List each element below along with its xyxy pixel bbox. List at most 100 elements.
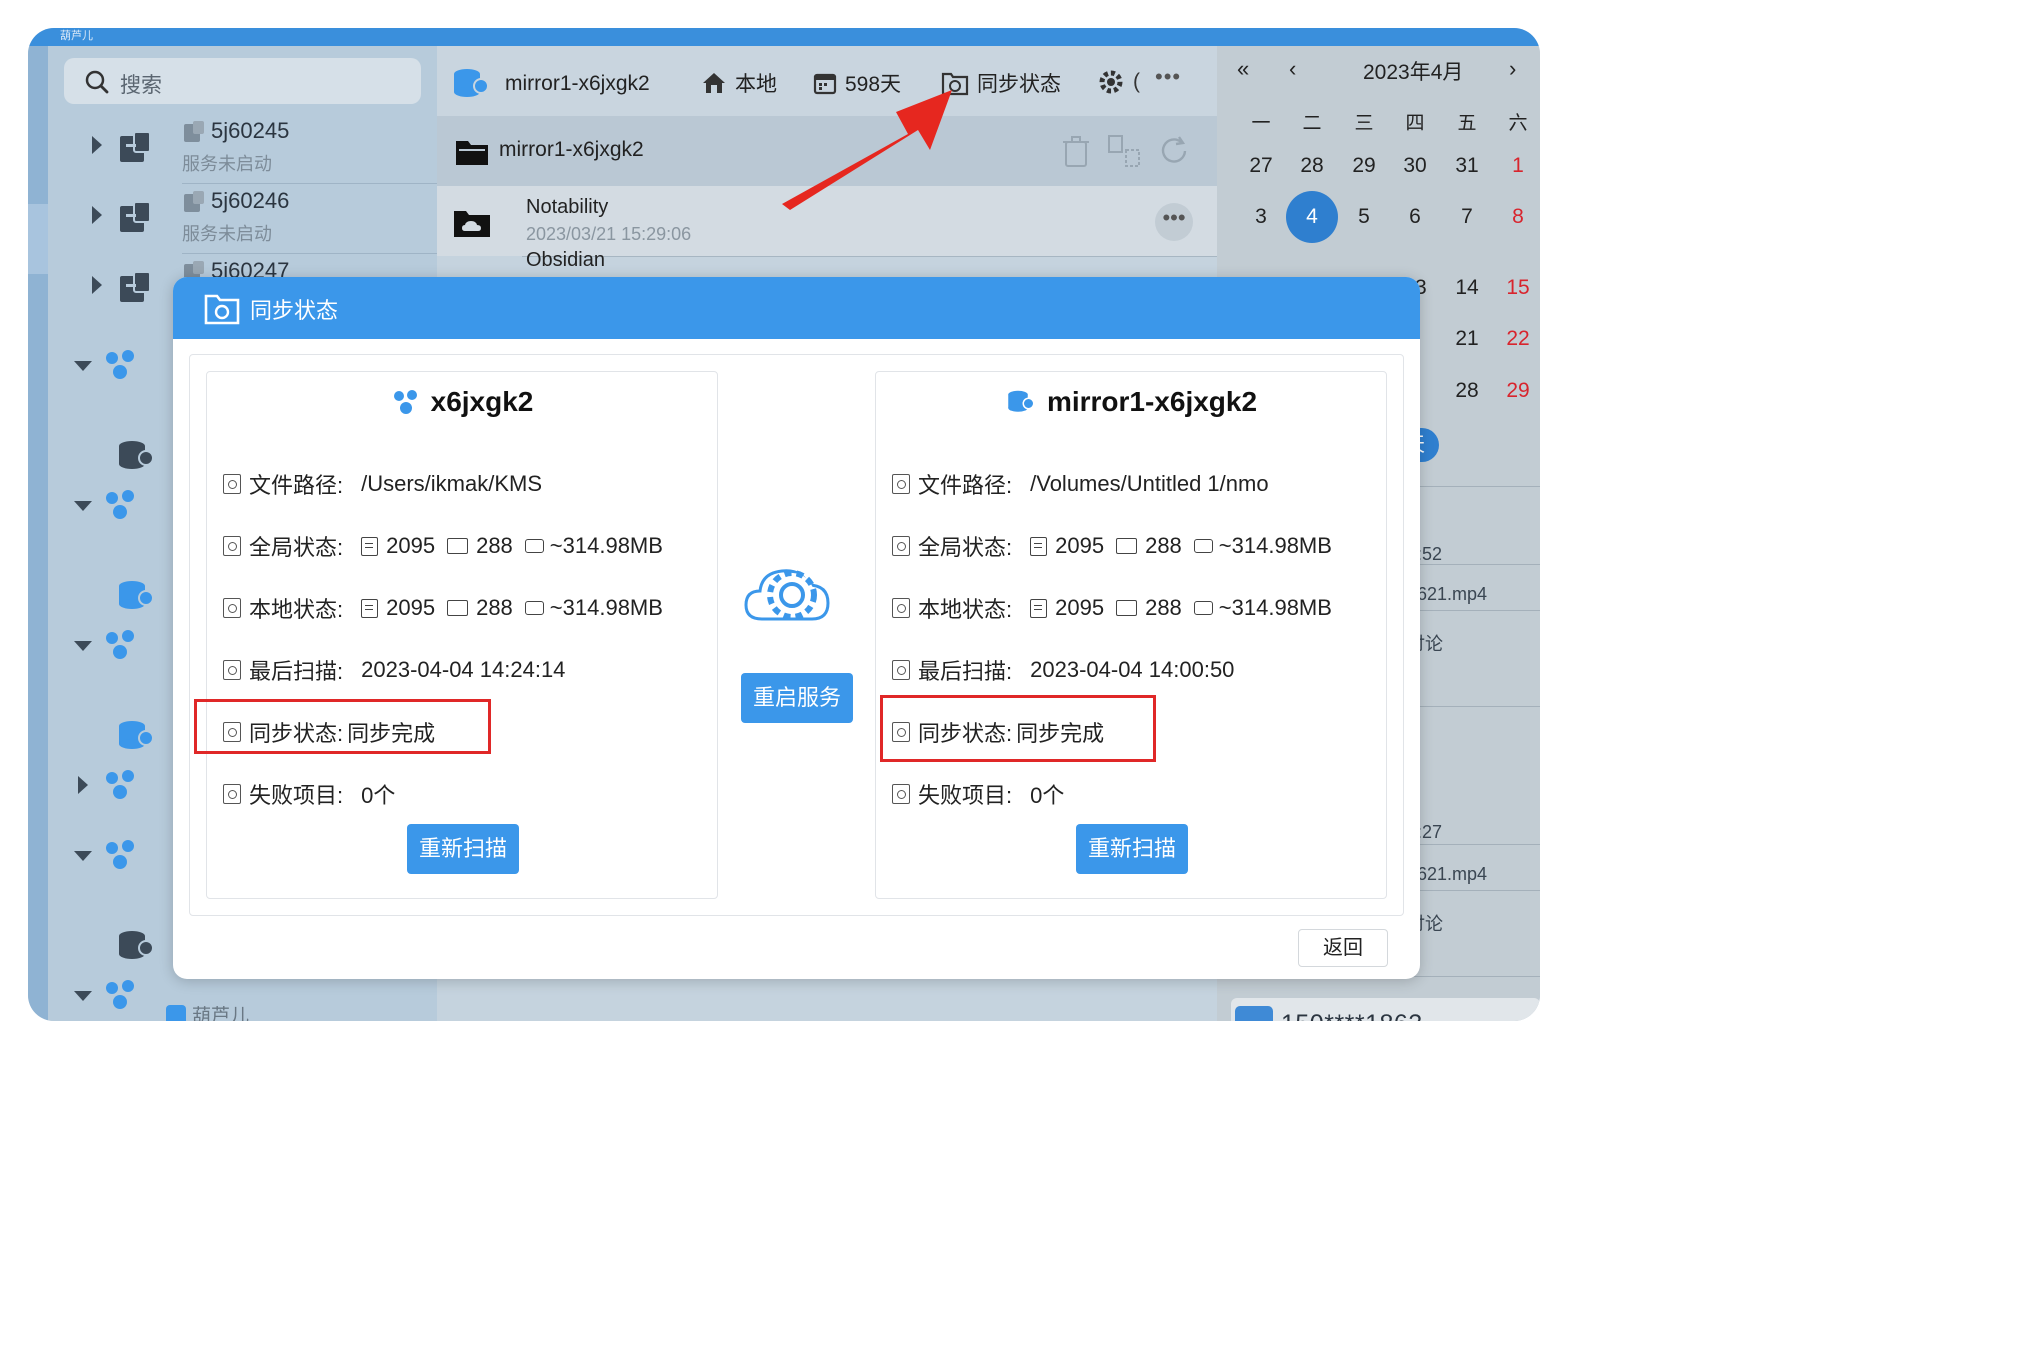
sync-status-button[interactable]: 同步状态 (941, 68, 1061, 98)
calendar-day[interactable]: 31 (1447, 154, 1487, 178)
device-name: 5j60246 (211, 188, 290, 213)
global-status-icon (223, 536, 241, 556)
window-title: 葫芦儿 (60, 30, 93, 42)
calendar-day[interactable]: 29 (1344, 154, 1384, 178)
user-avatar-icon (1235, 1006, 1273, 1021)
divider (1407, 610, 1540, 611)
calendar-day[interactable]: 22 (1498, 327, 1538, 351)
global-status-row: 全局状态: 2095 288 ~314.98MB (223, 530, 663, 562)
sync-status-dialog: 同步状态 x6jxgk2 文件路径: /Users/ikmak/KMS 全局状态:… (173, 277, 1420, 979)
path-value: /Users/ikmak/KMS (361, 471, 543, 496)
device-icon (184, 191, 204, 212)
days-button[interactable]: 598天 (813, 68, 901, 98)
settings-button[interactable]: ( (1097, 68, 1140, 96)
sync-folder-icon (204, 294, 240, 325)
file-row[interactable]: Notability 2023/03/21 15:29:06 ••• (437, 186, 1217, 256)
calendar-day[interactable]: 29 (1498, 379, 1538, 403)
calendar-day[interactable]: 7 (1447, 205, 1487, 229)
path-icon (223, 474, 241, 494)
compare-icon[interactable] (1107, 134, 1141, 168)
account-bar[interactable]: 150****1863 (1231, 998, 1540, 1021)
folder-icon (447, 600, 469, 616)
search-placeholder: 搜索 (120, 74, 162, 97)
local-status-icon (892, 598, 910, 618)
global-status-label: 全局状态: (918, 535, 1013, 560)
folder-count: 288 (1145, 533, 1182, 558)
device-name: 5j60245 (211, 118, 290, 143)
calendar-day[interactable]: 14 (1447, 276, 1487, 300)
prev-month-button[interactable]: ‹ (1289, 56, 1296, 82)
search-box[interactable]: 搜索 (64, 58, 421, 104)
global-status-label: 全局状态: (249, 535, 344, 560)
calendar-day[interactable]: 21 (1447, 327, 1487, 351)
failed-value: 0个 (361, 783, 396, 808)
file-icon (1030, 536, 1048, 556)
repo-selector[interactable]: mirror1-x6jxgk2 (451, 64, 650, 104)
folder-icon (1116, 538, 1138, 554)
repo-server-icon (454, 69, 489, 97)
prev-year-button[interactable]: « (1237, 56, 1249, 82)
collapse-arrow-icon[interactable] (74, 991, 92, 1001)
device-lock-icon (120, 131, 151, 162)
collapse-arrow-icon[interactable] (74, 361, 92, 371)
path-icon (892, 474, 910, 494)
expand-arrow-icon[interactable] (92, 206, 102, 224)
collapse-arrow-icon[interactable] (74, 851, 92, 861)
search-icon (85, 70, 109, 94)
user-footer[interactable]: 葫芦儿 (166, 1001, 249, 1021)
more-button[interactable]: ••• (1155, 64, 1181, 90)
back-button[interactable]: 返回 (1298, 929, 1388, 967)
device-name: mirror1-x6jxgk2 (1046, 386, 1258, 417)
calendar-day[interactable]: 8 (1498, 205, 1538, 229)
next-month-button[interactable]: › (1509, 56, 1516, 82)
expand-arrow-icon[interactable] (92, 136, 102, 154)
folder-count: 288 (1145, 595, 1182, 620)
restart-service-button[interactable]: 重启服务 (741, 673, 853, 723)
collapse-arrow-icon[interactable] (74, 641, 92, 651)
calendar-day[interactable]: 15 (1498, 276, 1538, 300)
cloud-gear-icon (744, 569, 830, 621)
local-label: 本地 (735, 73, 777, 96)
collapse-arrow-icon[interactable] (74, 501, 92, 511)
local-button[interactable]: 本地 (701, 68, 777, 98)
calendar-day[interactable]: 28 (1292, 154, 1332, 178)
highlight-box (880, 695, 1156, 762)
local-status-row: 本地状态: 2095 288 ~314.98MB (223, 592, 663, 624)
rescan-button[interactable]: 重新扫描 (407, 824, 519, 874)
calendar-day[interactable]: 28 (1447, 379, 1487, 403)
expand-arrow-icon[interactable] (78, 776, 88, 794)
refresh-icon[interactable] (1157, 134, 1191, 168)
nav-rail-selected[interactable] (28, 204, 48, 274)
server-icon (119, 441, 154, 469)
rescan-button[interactable]: 重新扫描 (1076, 824, 1188, 874)
divider (1407, 844, 1540, 845)
calendar-day-today[interactable]: 4 (1286, 191, 1338, 243)
device-status: 服务未启动 (182, 154, 272, 174)
weekday: 六 (1508, 113, 1528, 134)
device-item[interactable]: 5j60246 服务未启动 (48, 184, 437, 254)
divider (1407, 486, 1540, 487)
divider (1407, 976, 1540, 977)
device-name: x6jxgk2 (430, 386, 534, 417)
path-label: 文件路径: (249, 473, 344, 498)
last-scan-value: 2023-04-04 14:24:14 (361, 657, 566, 682)
trash-icon[interactable] (1061, 134, 1091, 168)
calendar-day[interactable]: 6 (1395, 205, 1435, 229)
calendar-day[interactable]: 1 (1498, 154, 1538, 178)
size-value: ~314.98MB (549, 533, 663, 558)
file-more-button[interactable]: ••• (1155, 203, 1193, 241)
expand-arrow-icon[interactable] (92, 276, 102, 294)
title-bar: 葫芦儿 (28, 28, 1540, 46)
calendar-day[interactable]: 30 (1395, 154, 1435, 178)
failed-value: 0个 (1030, 783, 1065, 808)
calendar-day[interactable]: 3 (1241, 205, 1281, 229)
calendar-day[interactable]: 5 (1344, 205, 1384, 229)
network-group-icon (106, 980, 134, 1009)
disk-icon (524, 539, 544, 553)
network-group-icon (106, 490, 134, 519)
path-row: 文件路径: /Volumes/Untitled 1/nmo (892, 468, 1269, 500)
device-item[interactable]: 5j60245 服务未启动 (48, 114, 437, 184)
calendar-day[interactable]: 27 (1241, 154, 1281, 178)
nav-rail (28, 46, 48, 1021)
dialog-title: 同步状态 (250, 298, 339, 323)
